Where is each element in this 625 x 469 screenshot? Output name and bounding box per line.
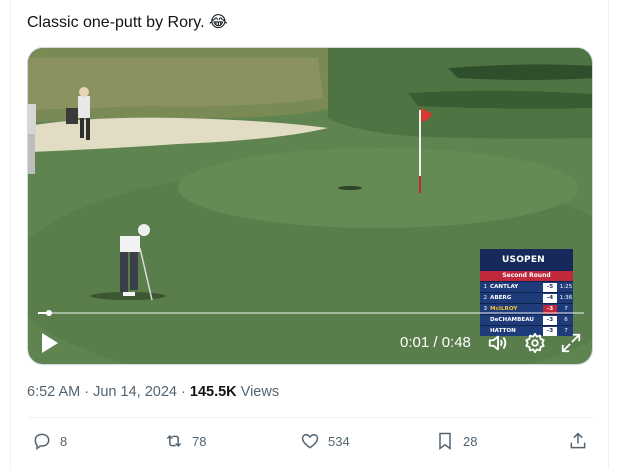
repost-icon [166,434,182,448]
scoreboard-position: 2 [483,295,487,301]
scoreboard-thru: 1:36 [559,295,573,301]
scoreboard-player-name: CANTLAY [490,284,519,290]
scoreboard-row: 1 CANTLAY -5 1:25 [480,281,573,292]
video-progress-bar[interactable] [38,310,584,316]
divider [27,417,593,418]
scoreboard-thru: 6 [564,317,568,323]
scoreboard-round: Second Round [480,271,573,281]
scoreboard-row: 2 ÅBERG -4 1:36 [480,292,573,303]
reply-count: 8 [60,433,68,449]
bookmark-count: 28 [463,433,478,449]
meta-separator: · [181,384,186,400]
bookmark-icon [439,432,451,450]
column-border-right [608,0,609,469]
scoreboard-position: 1 [483,284,487,290]
tweet-date[interactable]: Jun 14, 2024 [93,384,177,400]
video-progress-handle[interactable] [45,310,52,316]
scoreboard-logo: USOPEN [480,249,573,271]
tweet-meta: 6:52 AM · Jun 14, 2024 · 145.5K Views [27,383,279,401]
views-count: 145.5K [189,384,237,400]
like-count: 534 [328,433,350,449]
scoreboard-player-name: ÅBERG [490,295,512,301]
reply-icon [34,433,50,450]
scoreboard-row: DeCHAMBEAU -3 6 [480,314,573,325]
play-icon[interactable] [40,332,60,354]
share-button[interactable] [568,431,588,451]
scoreboard-score: -4 [543,293,557,303]
video-player[interactable]: USOPEN Second Round 1 CANTLAY -5 1:25 2 ÅBERG… [27,47,593,365]
views-label: Views [240,384,280,400]
share-icon [570,432,586,449]
tweet-time[interactable]: 6:52 AM [27,384,80,400]
tweet-text: Classic one-putt by Rory. 😂 [27,14,228,31]
reply-button[interactable]: 8 [32,431,67,451]
video-time: 0:01 / 0:48 [400,334,471,351]
repost-count: 78 [192,433,207,449]
scoreboard-thru: 1:25 [559,284,573,290]
volume-icon[interactable] [487,332,509,354]
settings-icon[interactable] [524,332,546,354]
scoreboard-score: -3 [543,315,557,325]
scoreboard-player-name: DeCHAMBEAU [490,317,534,323]
repost-button[interactable]: 78 [164,431,206,451]
bookmark-button[interactable]: 28 [435,431,477,451]
fullscreen-icon[interactable] [560,332,582,354]
heart-icon [301,433,319,449]
like-button[interactable]: 534 [300,431,350,451]
scoreboard-overlay: USOPEN Second Round 1 CANTLAY -5 1:25 2 ÅBERG… [480,249,573,336]
meta-separator: · [84,384,90,400]
scoreboard-score: -5 [543,282,557,292]
column-border-left [10,0,11,469]
